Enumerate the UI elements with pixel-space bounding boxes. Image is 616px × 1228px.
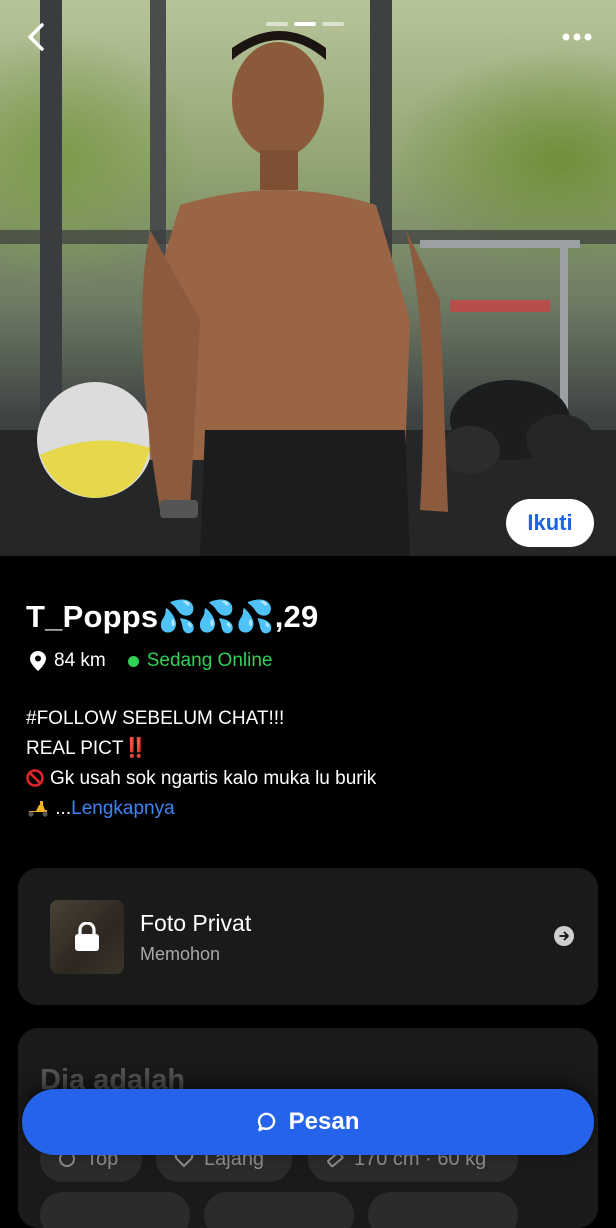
bio-line: ...Lengkapnya bbox=[26, 794, 376, 824]
pager-dot-active bbox=[294, 22, 316, 26]
online-status-dot bbox=[127, 655, 139, 667]
scooter-icon bbox=[28, 801, 48, 817]
back-button[interactable] bbox=[20, 20, 54, 54]
pager-dot bbox=[322, 22, 344, 26]
double-exclamation-emoji: ‼️ bbox=[123, 738, 148, 759]
private-photo-thumbnail bbox=[50, 900, 124, 974]
prohibited-icon bbox=[26, 769, 44, 787]
bio-line: Gk usah sok ngartis kalo muka lu burik bbox=[26, 764, 376, 794]
profile-photo-illustration bbox=[0, 0, 616, 556]
private-photo-card[interactable]: Foto Privat Memohon bbox=[18, 868, 598, 1005]
chat-bubble-icon bbox=[257, 1112, 275, 1132]
private-photo-title: Foto Privat bbox=[140, 910, 252, 936]
photo-pager bbox=[266, 22, 344, 26]
private-photo-arrow[interactable] bbox=[554, 926, 574, 946]
profile-photo[interactable]: Ikuti bbox=[0, 0, 616, 556]
online-status-text: Sedang Online bbox=[146, 650, 273, 671]
more-options-button[interactable] bbox=[560, 24, 594, 50]
bio-line: REAL PICT‼️ bbox=[26, 734, 376, 764]
location-pin-icon bbox=[30, 651, 46, 671]
profile-bio: #FOLLOW SEBELUM CHAT!!! REAL PICT‼️ Gk u… bbox=[26, 704, 376, 824]
message-button-label: Pesan bbox=[288, 1108, 360, 1135]
chip-hidden bbox=[40, 1192, 190, 1228]
chip-hidden bbox=[368, 1192, 518, 1228]
bio-line: #FOLLOW SEBELUM CHAT!!! bbox=[26, 708, 285, 729]
private-photo-subtitle: Memohon bbox=[140, 944, 221, 964]
distance-text: 84 km bbox=[54, 650, 106, 671]
profile-meta: 84 km Sedang Online bbox=[30, 650, 272, 672]
chevron-left-icon bbox=[28, 23, 44, 51]
bio-text: REAL PICT bbox=[26, 738, 124, 759]
follow-button[interactable]: Ikuti bbox=[506, 499, 594, 547]
more-dots-icon bbox=[562, 33, 592, 41]
profile-name: T_Popps💦💦💦 bbox=[26, 599, 275, 634]
profile-name-age: T_Popps💦💦💦,29 bbox=[26, 598, 318, 635]
message-button[interactable]: Pesan bbox=[22, 1089, 594, 1155]
lock-icon bbox=[75, 922, 99, 951]
pager-dot bbox=[266, 22, 288, 26]
arrow-right-icon bbox=[559, 931, 569, 941]
profile-age: ,29 bbox=[274, 599, 319, 634]
bio-text: Gk usah sok ngartis kalo muka lu burik bbox=[50, 768, 377, 789]
bio-ellipsis: ... bbox=[50, 798, 72, 819]
chip-hidden bbox=[204, 1192, 354, 1228]
read-more-link[interactable]: Lengkapnya bbox=[71, 798, 175, 819]
